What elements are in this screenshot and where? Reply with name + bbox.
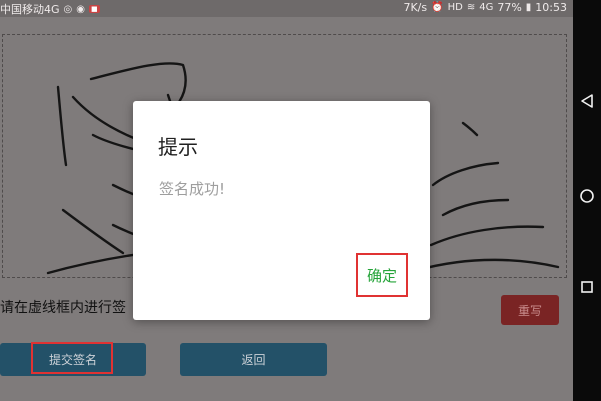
back-triangle-icon[interactable] (573, 86, 601, 116)
recent-square-icon[interactable] (573, 272, 601, 302)
navigation-bar (573, 0, 601, 401)
rewrite-button[interactable]: 重写 (501, 295, 559, 325)
network-speed: 7K/s (403, 1, 428, 14)
submit-highlight-box (31, 342, 113, 374)
wifi-icon: ≋ (466, 2, 476, 13)
dialog-message: 签名成功! (159, 180, 226, 198)
alert-dialog: 提示 签名成功! 确定 (133, 101, 430, 320)
app-notification-icon: ■ (89, 5, 100, 13)
dialog-confirm-button[interactable]: 确定 (356, 253, 408, 297)
battery-icon: ▮ (525, 2, 532, 13)
back-button[interactable]: 返回 (180, 343, 327, 376)
clock: 10:53 (535, 1, 567, 14)
battery-level: 77% (497, 1, 522, 14)
camera-icon: ◉ (76, 3, 85, 15)
home-circle-icon[interactable] (573, 181, 601, 211)
app-screen: 中国移动4G ◎ ◉ ■ 7K/s ⏰ HD ≋ 4G 77% ▮ 10:53 (0, 0, 573, 401)
wechat-icon: ◎ (63, 3, 73, 15)
dialog-title: 提示 (158, 135, 198, 159)
hd-icon: HD (447, 2, 463, 13)
signal-icon: 4G (479, 2, 494, 13)
status-bar: 中国移动4G ◎ ◉ ■ 7K/s ⏰ HD ≋ 4G 77% ▮ 10:53 (0, 0, 573, 17)
signature-instruction: 请在虚线框内进行签 (0, 300, 126, 316)
carrier-label: 中国移动4G (0, 3, 60, 16)
alarm-icon: ⏰ (431, 2, 444, 13)
